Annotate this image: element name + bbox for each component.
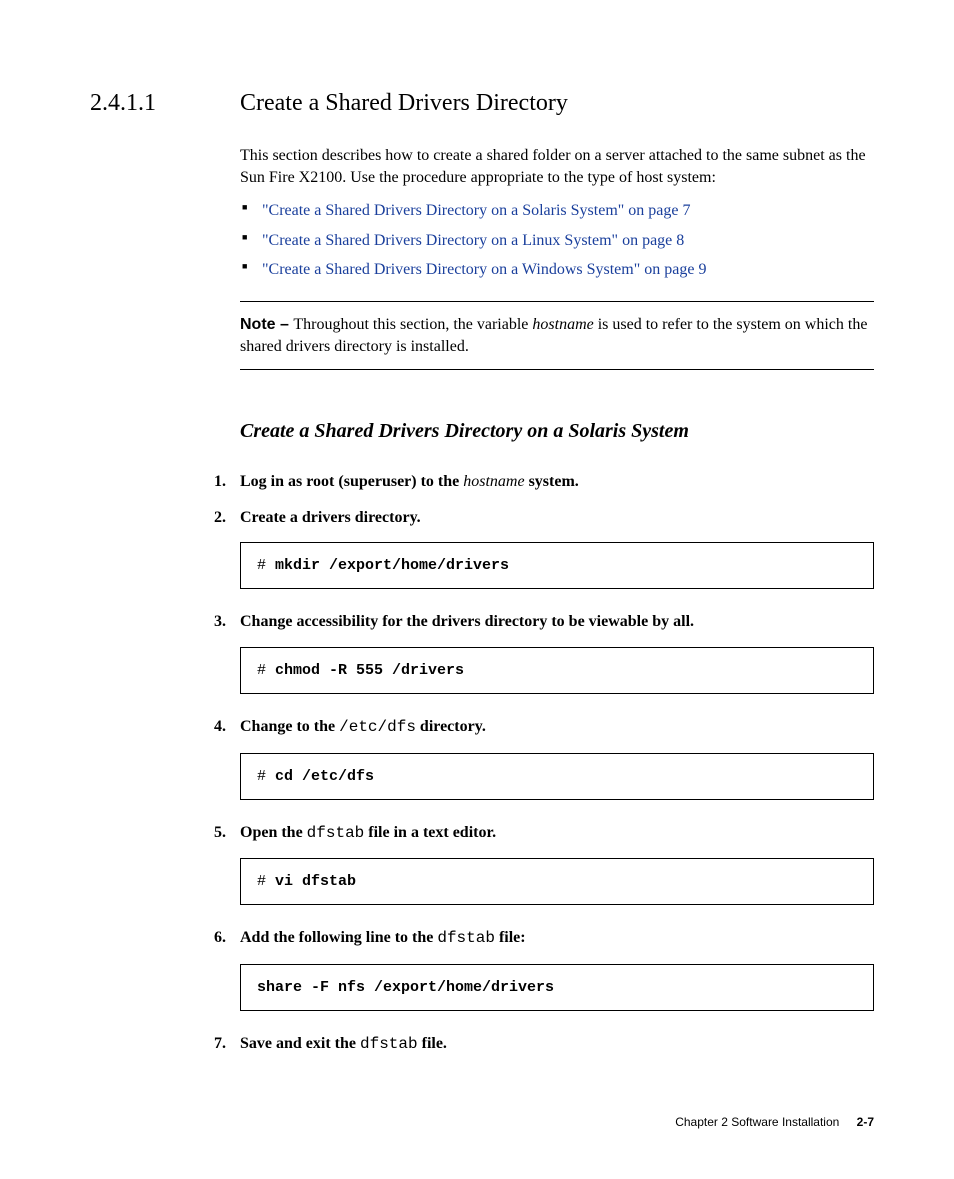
list-item: "Create a Shared Drivers Directory on a …: [240, 257, 874, 283]
code-command: vi dfstab: [275, 873, 356, 890]
step-text: file.: [418, 1035, 447, 1052]
step-text: Log in as root (superuser) to the: [240, 473, 463, 490]
step-text: Change to the: [240, 718, 339, 735]
code-prompt: #: [257, 768, 275, 785]
code-box: # cd /etc/dfs: [240, 753, 874, 800]
section-title: Create a Shared Drivers Directory: [240, 90, 568, 117]
step-text: file:: [495, 929, 526, 946]
code-prompt: #: [257, 873, 275, 890]
footer-page-number: 2-7: [857, 1115, 874, 1129]
code-command: chmod -R 555 /drivers: [275, 662, 464, 679]
list-item: "Create a Shared Drivers Directory on a …: [240, 198, 874, 224]
code-command: share -F nfs /export/home/drivers: [257, 979, 554, 996]
step-text: Add the following line to the: [240, 929, 437, 946]
page: 2.4.1.1 Create a Shared Drivers Director…: [0, 0, 954, 1179]
note-label: Note –: [240, 316, 293, 333]
step-body: Open the dfstab file in a text editor.: [240, 822, 874, 845]
step-number: 6.: [214, 927, 240, 949]
code-box: share -F nfs /export/home/drivers: [240, 964, 874, 1011]
step: 3. Change accessibility for the drivers …: [214, 611, 874, 633]
footer-chapter: Chapter 2 Software Installation: [675, 1115, 839, 1129]
step-number: 3.: [214, 611, 240, 633]
step: 4. Change to the /etc/dfs directory.: [214, 716, 874, 739]
step: 1. Log in as root (superuser) to the hos…: [214, 471, 874, 493]
page-footer: Chapter 2 Software Installation 2-7: [90, 1115, 874, 1129]
step-body: Change to the /etc/dfs directory.: [240, 716, 874, 739]
step-mono: dfstab: [360, 1035, 418, 1053]
list-item: "Create a Shared Drivers Directory on a …: [240, 228, 874, 254]
step-body: Change accessibility for the drivers dir…: [240, 611, 874, 633]
step-body: Add the following line to the dfstab fil…: [240, 927, 874, 950]
step-mono: dfstab: [307, 824, 365, 842]
code-box: # mkdir /export/home/drivers: [240, 542, 874, 589]
xref-link[interactable]: "Create a Shared Drivers Directory on a …: [262, 232, 684, 249]
code-command: mkdir /export/home/drivers: [275, 557, 509, 574]
step-number: 4.: [214, 716, 240, 738]
step-text: system.: [525, 473, 579, 490]
code-box: # chmod -R 555 /drivers: [240, 647, 874, 694]
code-command: cd /etc/dfs: [275, 768, 374, 785]
step-text: Open the: [240, 824, 307, 841]
procedure-heading: Create a Shared Drivers Directory on a S…: [240, 420, 874, 443]
note-text-before: Throughout this section, the variable: [293, 316, 532, 333]
step-mono: dfstab: [437, 929, 495, 947]
xref-link[interactable]: "Create a Shared Drivers Directory on a …: [262, 202, 691, 219]
note-variable: hostname: [532, 316, 593, 333]
body-column: This section describes how to create a s…: [240, 145, 874, 1055]
step-text: Save and exit the: [240, 1035, 360, 1052]
step-number: 1.: [214, 471, 240, 493]
step-body: Log in as root (superuser) to the hostna…: [240, 471, 874, 493]
section-heading: 2.4.1.1 Create a Shared Drivers Director…: [90, 90, 874, 117]
step: 5. Open the dfstab file in a text editor…: [214, 822, 874, 845]
xref-link[interactable]: "Create a Shared Drivers Directory on a …: [262, 261, 706, 278]
xref-list: "Create a Shared Drivers Directory on a …: [240, 198, 874, 283]
step-mono: /etc/dfs: [339, 718, 416, 736]
step-number: 2.: [214, 507, 240, 529]
step-body: Save and exit the dfstab file.: [240, 1033, 874, 1056]
intro-paragraph: This section describes how to create a s…: [240, 145, 874, 188]
section-number: 2.4.1.1: [90, 90, 240, 117]
code-box: # vi dfstab: [240, 858, 874, 905]
code-prompt: #: [257, 557, 275, 574]
step-text: directory.: [416, 718, 486, 735]
step-number: 5.: [214, 822, 240, 844]
step-body: Create a drivers directory.: [240, 507, 874, 529]
step: 6. Add the following line to the dfstab …: [214, 927, 874, 950]
step-text: file in a text editor.: [364, 824, 496, 841]
note-box: Note – Throughout this section, the vari…: [240, 301, 874, 370]
code-prompt: #: [257, 662, 275, 679]
step-number: 7.: [214, 1033, 240, 1055]
step: 2. Create a drivers directory.: [214, 507, 874, 529]
step: 7. Save and exit the dfstab file.: [214, 1033, 874, 1056]
step-variable: hostname: [463, 473, 524, 490]
